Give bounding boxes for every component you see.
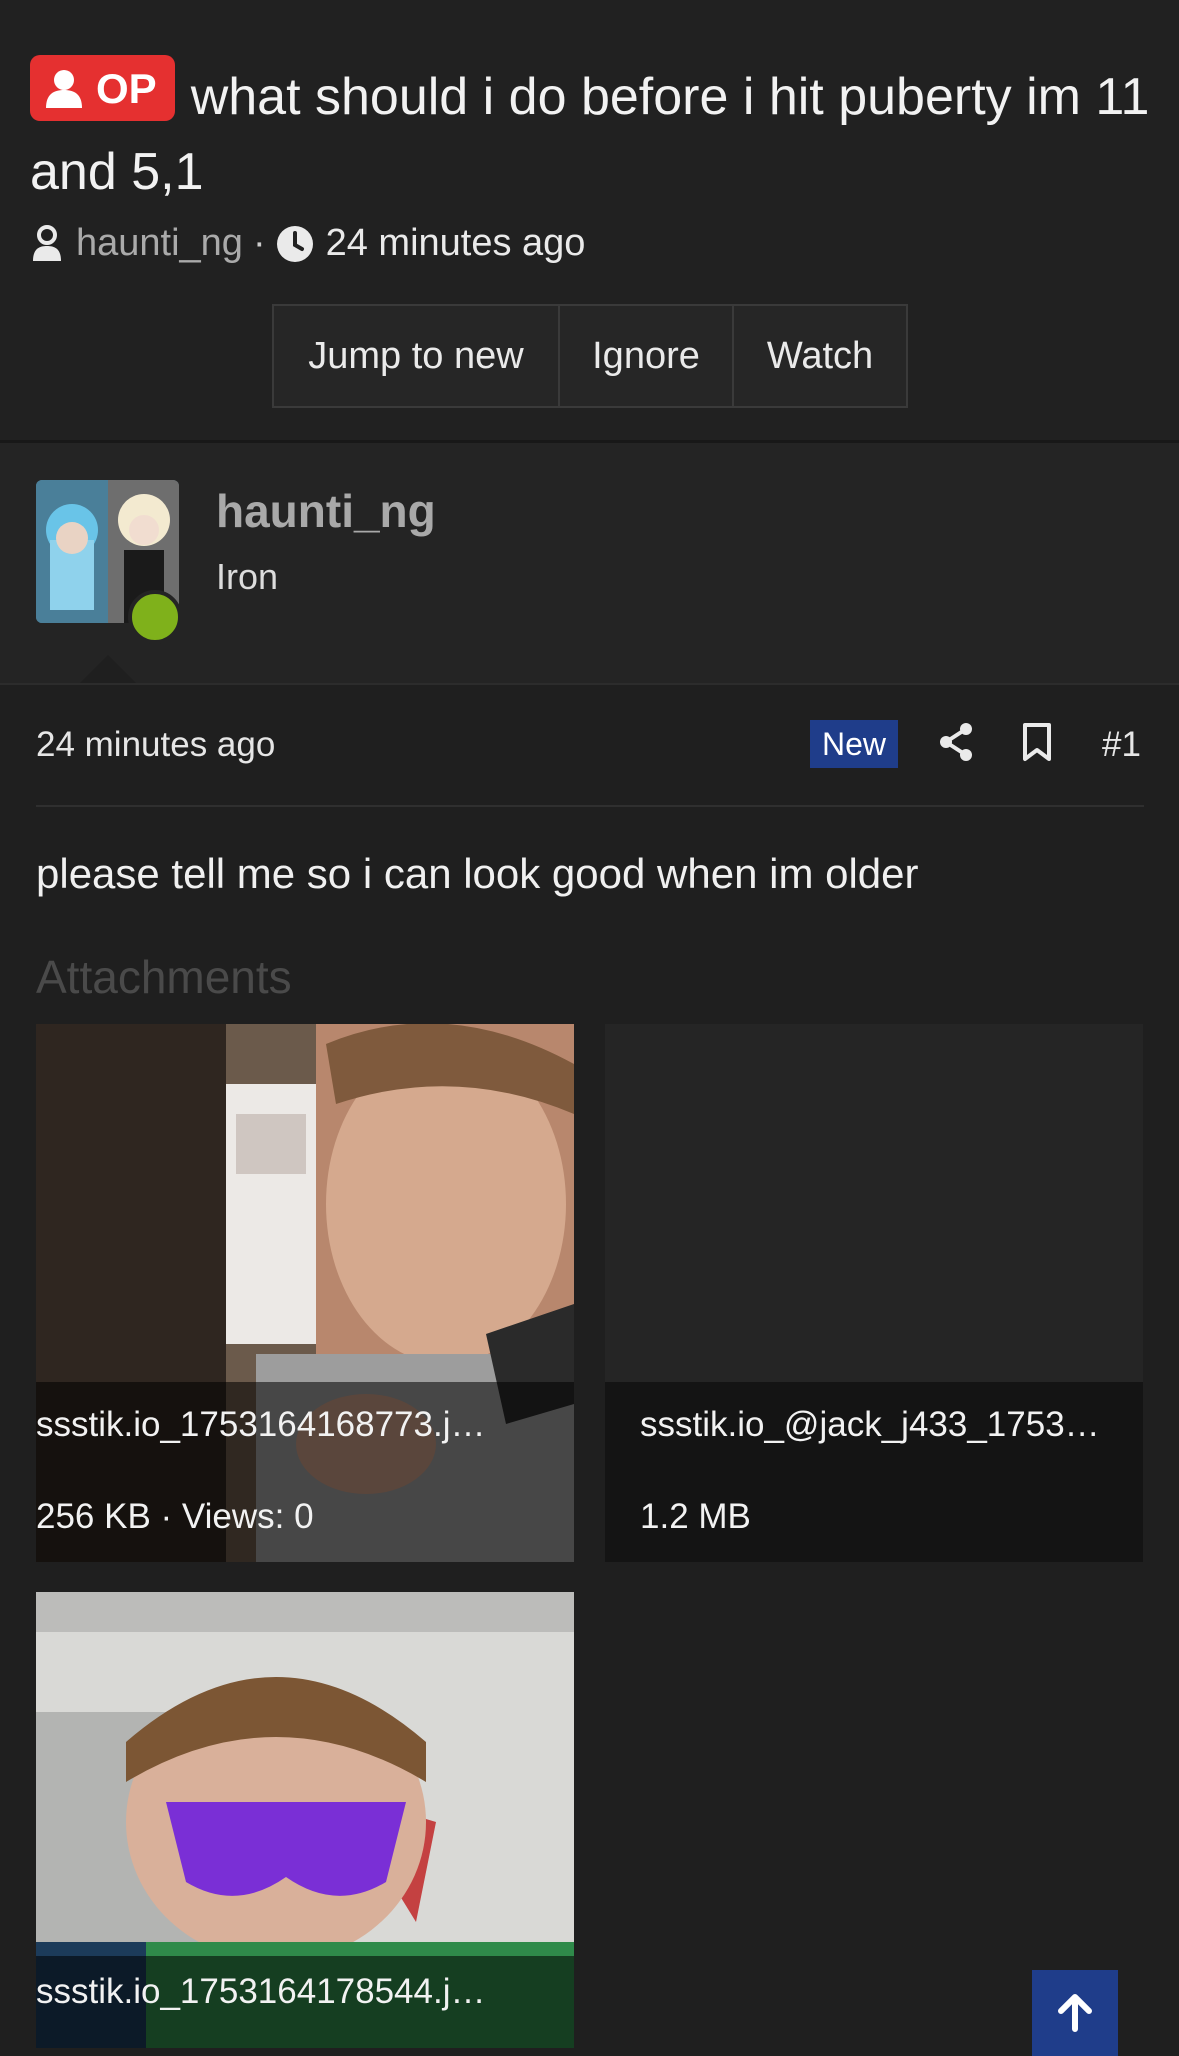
post-separator [36, 805, 1144, 807]
share-icon[interactable] [938, 722, 974, 767]
attachments-heading: Attachments [36, 951, 292, 1003]
bookmark-icon[interactable] [1022, 722, 1052, 767]
meta-separator: · [252, 222, 266, 264]
op-badge: OP [30, 55, 175, 121]
clock-icon [276, 225, 313, 262]
op-label: OP [96, 64, 157, 112]
thread-header: OP what should i do before i hit puberty… [0, 0, 1179, 440]
user-separator [0, 683, 1179, 685]
attachment-1-meta: 256 KB · Views: 0 [36, 1497, 314, 1536]
post-body: please tell me so i can look good when i… [36, 850, 919, 897]
message-arrow [78, 655, 138, 685]
jump-to-new-button[interactable]: Jump to new [274, 306, 560, 406]
attachment-2[interactable] [605, 1024, 1143, 1562]
thread-time[interactable]: 24 minutes ago [326, 222, 586, 265]
user-icon [46, 70, 82, 108]
ignore-button[interactable]: Ignore [560, 306, 734, 406]
thread-title: OP what should i do before i hit puberty… [30, 55, 1155, 210]
post-number-link[interactable]: #1 [1102, 725, 1141, 765]
new-badge: New [810, 720, 898, 768]
thread-author-link[interactable]: haunti_ng [76, 222, 243, 265]
watch-button[interactable]: Watch [734, 306, 906, 406]
scroll-to-top-button[interactable] [1032, 1970, 1118, 2056]
online-status-indicator [128, 590, 182, 644]
post-date[interactable]: 24 minutes ago [36, 725, 275, 765]
attachment-2-name[interactable]: ssstik.io_@jack_j433_1753… [640, 1405, 1100, 1445]
attachment-2-meta: 1.2 MB [640, 1497, 751, 1536]
thread-actions: Jump to new Ignore Watch [272, 304, 908, 408]
user-outline-icon [33, 224, 61, 261]
post-username[interactable]: haunti_ng [216, 484, 436, 538]
attachment-1-name[interactable]: ssstik.io_1753164168773.j… [36, 1405, 485, 1445]
attachment-3-name[interactable]: ssstik.io_1753164178544.j… [36, 1972, 485, 2012]
thread-title-text: what should i do before i hit puberty im… [30, 68, 1150, 201]
arrow-up-icon [1058, 1994, 1092, 2032]
thread-meta: haunti_ng · 24 minutes ago [30, 222, 585, 265]
attachment-1[interactable] [36, 1024, 574, 1562]
user-rank: Iron [216, 556, 279, 597]
